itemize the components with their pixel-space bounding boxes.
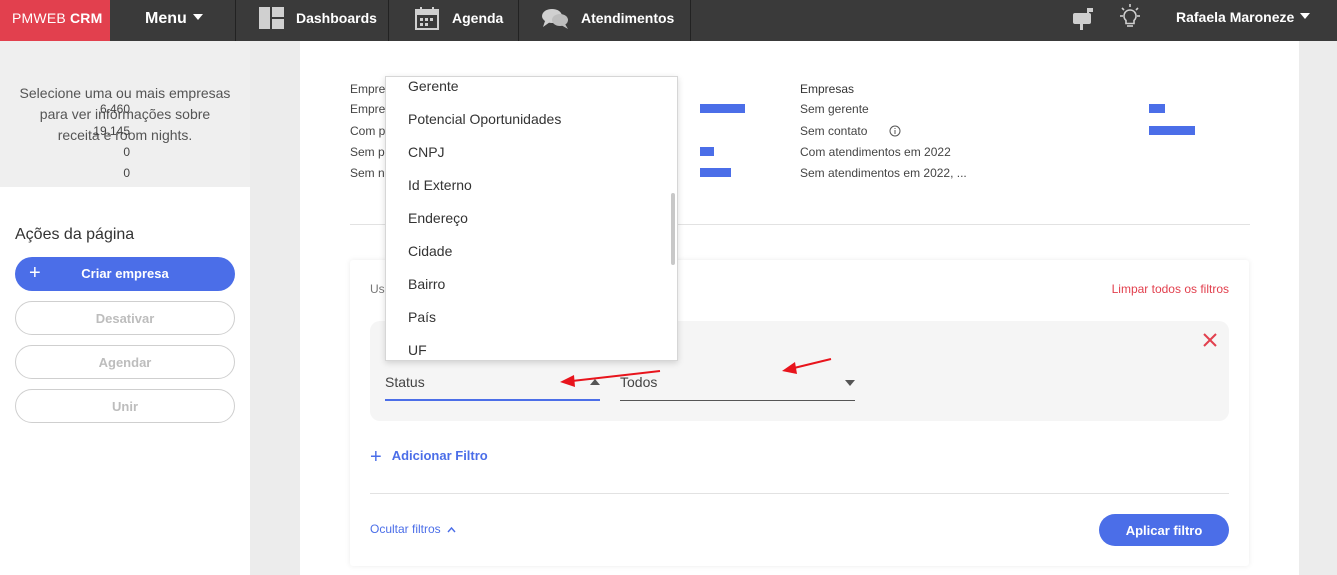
stats-left-title: Empre xyxy=(350,82,386,96)
apply-filter-button[interactable]: Aplicar filtro xyxy=(1099,514,1229,546)
create-company-label: Criar empresa xyxy=(81,266,169,281)
dropdown-option[interactable]: Id Externo xyxy=(408,177,472,193)
stats-row-label: Sem contato xyxy=(800,124,901,138)
dropdown-option[interactable]: CNPJ xyxy=(408,144,445,160)
chevron-up-icon xyxy=(590,379,600,385)
stats-row-label: Sem atendimentos em 2022, ... xyxy=(800,166,967,180)
clear-all-filters-link[interactable]: Limpar todos os filtros xyxy=(1112,282,1229,296)
nav-atendimentos[interactable]: Atendimentos xyxy=(519,0,691,41)
user-menu[interactable]: Rafaela Maroneze xyxy=(1176,9,1311,25)
stats-row-label: Sem gerente xyxy=(800,102,869,116)
nav-dashboards-label: Dashboards xyxy=(296,10,377,26)
top-bar: PMWEB CRM Menu Dashboards Agenda Atendim… xyxy=(0,0,1337,41)
dropdown-option[interactable]: Endereço xyxy=(408,210,468,226)
nav-agenda-label: Agenda xyxy=(452,10,504,26)
chevron-down-icon xyxy=(845,380,855,386)
stats-row-value: 19.145 xyxy=(93,124,130,138)
dropdown-option[interactable]: Potencial Oportunidades xyxy=(408,111,561,127)
calendar-icon xyxy=(415,7,439,30)
add-filter-button[interactable]: + Adicionar Filtro xyxy=(370,446,488,469)
stats-left-row: Sem p xyxy=(350,145,385,159)
add-filter-label: Adicionar Filtro xyxy=(391,448,488,463)
brand-suffix: CRM xyxy=(69,10,103,26)
chevron-up-icon xyxy=(447,526,456,533)
dropdown-option[interactable]: Bairro xyxy=(408,276,445,292)
stats-left-row: Sem n xyxy=(350,166,385,180)
info-icon[interactable] xyxy=(889,125,901,137)
brand-prefix: PMWEB xyxy=(12,10,66,26)
left-panel: Selecione uma ou mais empresas para ver … xyxy=(0,41,250,575)
stats-left-row: Empre xyxy=(350,102,386,116)
menu-button[interactable]: Menu xyxy=(110,0,236,41)
nav-agenda[interactable]: Agenda xyxy=(389,0,519,41)
close-icon[interactable] xyxy=(1203,333,1217,347)
filter-value-label: Todos xyxy=(620,374,658,390)
dashboard-icon xyxy=(259,7,284,29)
brand-logo[interactable]: PMWEB CRM xyxy=(0,0,110,41)
hide-filters-link[interactable]: Ocultar filtros xyxy=(370,522,456,536)
stats-right-title: Empresas xyxy=(800,82,855,96)
stats-left-bar xyxy=(700,104,745,113)
nav-atendimentos-label: Atendimentos xyxy=(581,10,675,26)
menu-label: Menu xyxy=(145,10,187,27)
lightbulb-icon[interactable] xyxy=(1117,4,1143,32)
filter-field-label: Status xyxy=(385,374,425,390)
filters-hint: Us xyxy=(370,282,385,296)
chevron-down-icon xyxy=(192,14,203,20)
user-name: Rafaela Maroneze xyxy=(1176,9,1295,25)
chevron-down-icon xyxy=(1300,13,1311,19)
filter-field-select[interactable]: Status xyxy=(385,371,600,401)
schedule-button[interactable]: Agendar xyxy=(15,345,235,379)
filter-value-select[interactable]: Todos xyxy=(620,371,855,401)
chat-icon xyxy=(542,9,568,29)
stats-right-bar xyxy=(1149,104,1165,113)
hide-filters-label: Ocultar filtros xyxy=(370,522,441,536)
deactivate-button[interactable]: Desativar xyxy=(15,301,235,335)
dropdown-option[interactable]: País xyxy=(408,309,436,325)
stats-left-bar xyxy=(700,168,731,177)
stats-row-label: Com atendimentos em 2022 xyxy=(800,145,951,159)
stats-row-value: 0 xyxy=(123,166,130,180)
page-actions-title: Ações da página xyxy=(15,226,135,243)
dropdown-option[interactable]: Cidade xyxy=(408,243,452,259)
stats-row-value: 6.460 xyxy=(99,102,130,116)
filters-divider xyxy=(370,493,1229,494)
dropdown-option[interactable]: Gerente xyxy=(408,78,459,94)
dropdown-scrollbar[interactable] xyxy=(671,193,675,265)
stats-row-value: 0 xyxy=(123,145,130,159)
stats-row-label-text: Sem contato xyxy=(800,124,868,138)
stats-left-row: Com p xyxy=(350,124,386,138)
mailbox-icon[interactable] xyxy=(1071,6,1097,30)
filter-field-dropdown[interactable]: Gerente Potencial Oportunidades CNPJ Id … xyxy=(385,76,678,361)
plus-icon: + xyxy=(370,446,382,468)
nav-dashboards[interactable]: Dashboards xyxy=(237,0,389,41)
create-company-button[interactable]: + Criar empresa xyxy=(15,257,235,291)
stats-right-bar xyxy=(1149,126,1195,135)
stats-left-bar xyxy=(700,147,714,156)
merge-button[interactable]: Unir xyxy=(15,389,235,423)
dropdown-option[interactable]: UF xyxy=(408,342,427,358)
